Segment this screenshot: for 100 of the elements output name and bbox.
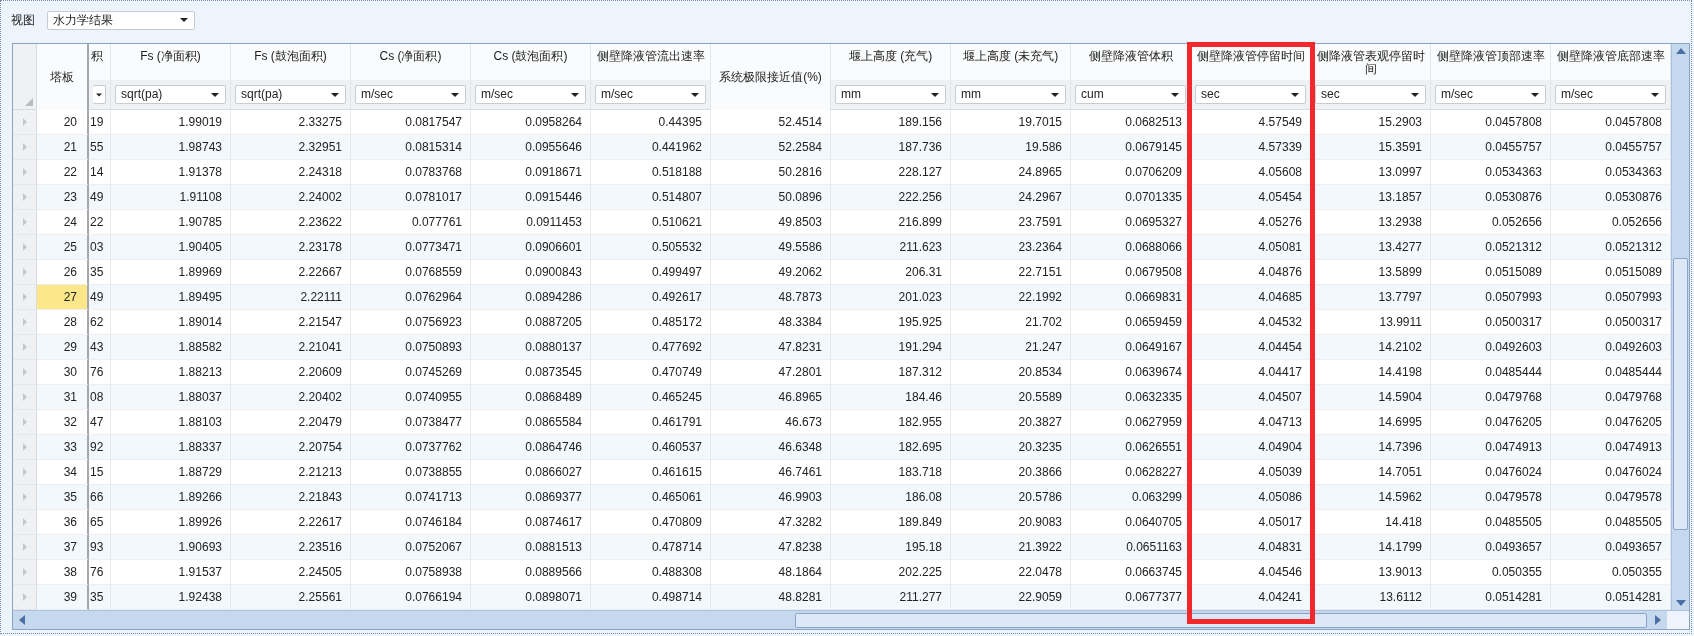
table-cell: 1.90405 xyxy=(111,235,231,260)
table-cell: 21.3922 xyxy=(951,535,1071,560)
row-selector[interactable] xyxy=(13,310,37,335)
caret-icon xyxy=(1171,92,1179,97)
table-cell: 0.0750893 xyxy=(351,335,471,360)
column-header[interactable]: 塔板 xyxy=(37,44,89,110)
row-selector[interactable] xyxy=(13,385,37,410)
table-cell: 182.695 xyxy=(831,435,951,460)
unit-dropdown[interactable]: mm xyxy=(955,85,1066,104)
table-cell: 4.04241 xyxy=(1191,585,1311,610)
row-selector[interactable] xyxy=(13,585,37,610)
row-selector[interactable] xyxy=(13,260,37,285)
unit-dropdown[interactable]: m/sec xyxy=(355,85,466,104)
row-number-cell[interactable]: 37 xyxy=(37,535,89,560)
column-header[interactable]: 侧壁降液管顶部速率 xyxy=(1431,44,1551,80)
row-number-cell[interactable]: 39 xyxy=(37,585,89,610)
unit-dropdown[interactable]: m/sec xyxy=(595,85,706,104)
table-cell: 03 xyxy=(89,235,111,260)
row-selector[interactable] xyxy=(13,560,37,585)
table-cell: 0.0740955 xyxy=(351,385,471,410)
unit-dropdown[interactable]: sec xyxy=(1315,85,1426,104)
row-number-cell[interactable]: 21 xyxy=(37,135,89,160)
horizontal-scrollbar[interactable] xyxy=(13,610,1689,629)
row-selector[interactable] xyxy=(13,160,37,185)
unit-dropdown[interactable]: cum xyxy=(1075,85,1186,104)
row-selector[interactable] xyxy=(13,235,37,260)
table-cell: 186.08 xyxy=(831,485,951,510)
column-header[interactable]: Cs (鼓泡面积) xyxy=(471,44,591,80)
scroll-left-icon[interactable] xyxy=(19,615,25,625)
scroll-thumb[interactable] xyxy=(795,612,1647,628)
select-all-corner[interactable] xyxy=(13,44,37,110)
table-cell: 0.478714 xyxy=(591,535,711,560)
unit-dropdown[interactable] xyxy=(93,85,106,104)
view-dropdown[interactable]: 水力学结果 xyxy=(47,10,195,30)
row-selector[interactable] xyxy=(13,285,37,310)
table-cell: 52.2584 xyxy=(711,135,831,160)
triangle-icon xyxy=(22,593,27,601)
triangle-icon xyxy=(22,168,27,176)
scroll-down-icon[interactable] xyxy=(1675,600,1686,606)
column-header[interactable]: 积 xyxy=(89,44,111,80)
row-selector[interactable] xyxy=(13,460,37,485)
table-cell: 4.05454 xyxy=(1191,185,1311,210)
row-number-cell[interactable]: 35 xyxy=(37,485,89,510)
table-cell: 4.05081 xyxy=(1191,235,1311,260)
row-selector[interactable] xyxy=(13,535,37,560)
row-selector[interactable] xyxy=(13,110,37,135)
table-cell: 22.9059 xyxy=(951,585,1071,610)
table-cell: 49 xyxy=(89,185,111,210)
table-cell: 0.0479578 xyxy=(1551,485,1671,510)
table-cell: 48.8281 xyxy=(711,585,831,610)
table-cell: 19.586 xyxy=(951,135,1071,160)
column-header[interactable]: 侧壁降液管流出速率 xyxy=(591,44,711,80)
column-header[interactable]: 堰上高度 (充气) xyxy=(831,44,951,80)
row-selector[interactable] xyxy=(13,410,37,435)
unit-dropdown[interactable]: m/sec xyxy=(1555,85,1666,104)
row-selector[interactable] xyxy=(13,435,37,460)
row-number-cell[interactable]: 27 xyxy=(37,285,89,310)
row-selector[interactable] xyxy=(13,135,37,160)
row-selector[interactable] xyxy=(13,360,37,385)
row-selector[interactable] xyxy=(13,210,37,235)
unit-dropdown[interactable]: sqrt(pa) xyxy=(115,85,226,104)
scroll-up-icon[interactable] xyxy=(1675,48,1686,54)
table-cell: 0.465061 xyxy=(591,485,711,510)
vertical-scrollbar[interactable] xyxy=(1671,44,1689,610)
table-cell: 24.2967 xyxy=(951,185,1071,210)
row-selector[interactable] xyxy=(13,335,37,360)
table-cell: 191.294 xyxy=(831,335,951,360)
row-number-cell[interactable]: 25 xyxy=(37,235,89,260)
table-cell: 0.505532 xyxy=(591,235,711,260)
row-number-cell[interactable]: 29 xyxy=(37,335,89,360)
scroll-right-icon[interactable] xyxy=(1655,615,1661,625)
row-selector[interactable] xyxy=(13,485,37,510)
table-cell: 48.7873 xyxy=(711,285,831,310)
unit-dropdown[interactable]: mm xyxy=(835,85,946,104)
column-header[interactable]: 侧壁降液管底部速率 xyxy=(1551,44,1671,80)
unit-dropdown[interactable]: m/sec xyxy=(1435,85,1546,104)
unit-dropdown[interactable]: m/sec xyxy=(475,85,586,104)
column-header[interactable]: 系统极限接近值(%) xyxy=(711,44,831,110)
table-cell: 0.0507993 xyxy=(1551,285,1671,310)
row-number-cell[interactable]: 23 xyxy=(37,185,89,210)
triangle-icon xyxy=(22,118,27,126)
triangle-icon xyxy=(22,293,27,301)
row-selector[interactable] xyxy=(13,185,37,210)
table-cell: 2.23178 xyxy=(231,235,351,260)
row-number-cell[interactable]: 33 xyxy=(37,435,89,460)
column-header[interactable]: Fs (净面积) xyxy=(111,44,231,80)
caret-icon xyxy=(211,92,219,97)
row-selector[interactable] xyxy=(13,510,37,535)
triangle-icon xyxy=(22,368,27,376)
column-header[interactable]: Fs (鼓泡面积) xyxy=(231,44,351,80)
unit-dropdown[interactable]: sec xyxy=(1195,85,1306,104)
table-cell: 47.8231 xyxy=(711,335,831,360)
column-header[interactable]: 堰上高度 (未充气) xyxy=(951,44,1071,80)
unit-dropdown[interactable]: sqrt(pa) xyxy=(235,85,346,104)
triangle-icon xyxy=(22,518,27,526)
table-cell: 50.0896 xyxy=(711,185,831,210)
column-header[interactable]: Cs (净面积) xyxy=(351,44,471,80)
row-number-cell[interactable]: 31 xyxy=(37,385,89,410)
scroll-thumb[interactable] xyxy=(1673,258,1688,530)
table-cell: 92 xyxy=(89,435,111,460)
